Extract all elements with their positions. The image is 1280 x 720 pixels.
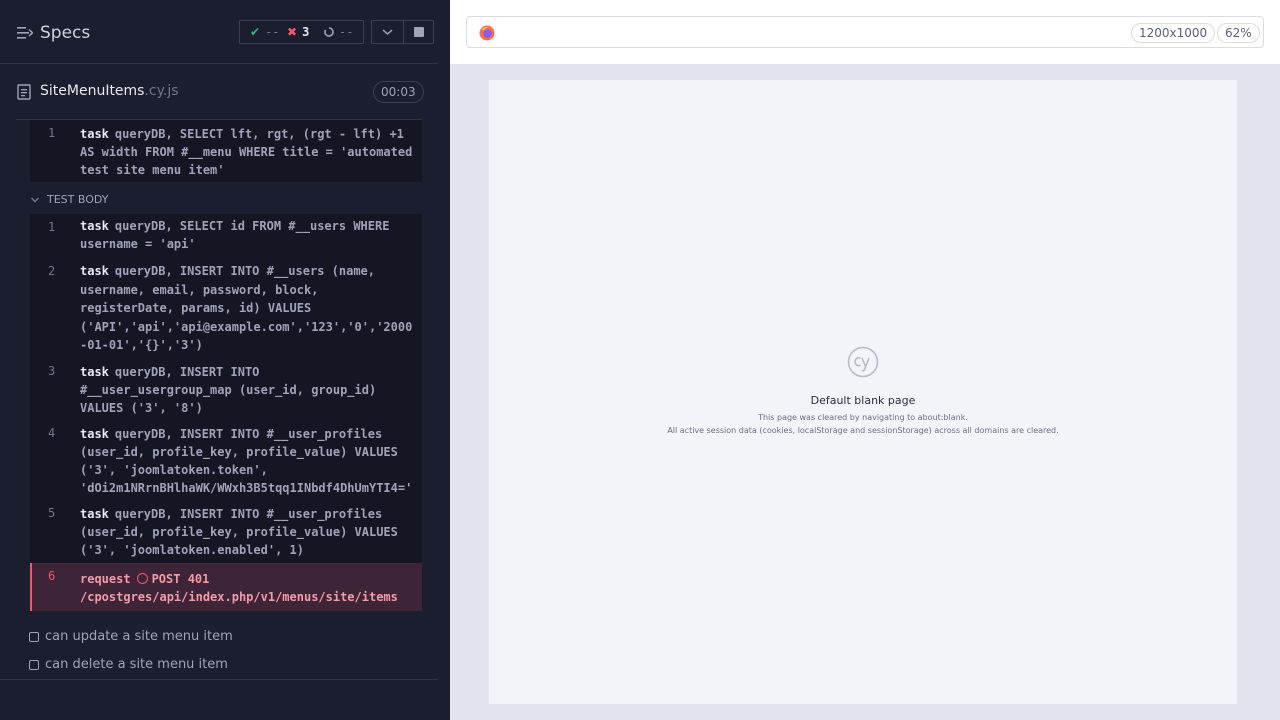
test-body-toggle[interactable]: TEST BODY — [30, 193, 108, 206]
chevron-down-icon — [31, 197, 39, 202]
divider — [0, 679, 438, 680]
test-stats: ✔ -- ✖ 3 -- — [239, 20, 364, 44]
command-name: task — [80, 427, 109, 441]
command-name: task — [80, 507, 109, 521]
aut-header: 1200x1000 62% — [450, 0, 1280, 64]
check-icon: ✔ — [250, 25, 261, 39]
command-row[interactable]: 4 task queryDB, INSERT INTO #__user_profi… — [30, 420, 422, 513]
test-status-icon — [29, 659, 39, 670]
command-message: queryDB, SELECT lft, rgt, (rgt - lft) +1… — [80, 127, 413, 177]
test-body-label: TEST BODY — [47, 193, 109, 206]
pending-stat: -- — [324, 25, 353, 39]
specs-header: Specs ✔ -- ✖ 3 -- — [0, 0, 438, 64]
command-message: queryDB, SELECT id FROM #__users WHERE u… — [80, 219, 390, 251]
test-status-icon — [29, 631, 39, 642]
chevron-down-icon — [382, 29, 393, 36]
blank-page-title: Default blank page — [810, 394, 916, 407]
command-text: task queryDB, INSERT INTO #__user_profile… — [80, 505, 416, 559]
command-text: request POST 401 /cpostgres/api/index.php… — [80, 570, 416, 606]
command-number: 1 — [48, 126, 56, 140]
specs-title[interactable]: Specs — [40, 23, 90, 43]
duration-badge: 00:03 — [373, 81, 424, 103]
command-number: 6 — [48, 569, 56, 583]
command-number: 3 — [48, 364, 56, 378]
cypress-logo-icon — [847, 346, 879, 378]
zoom-level-badge[interactable]: 62% — [1217, 23, 1260, 43]
command-name: task — [80, 219, 109, 233]
x-icon: ✖ — [287, 25, 298, 39]
failed-count: 3 — [302, 25, 310, 39]
failed-stat: ✖ 3 — [287, 25, 309, 39]
test-title: can update a site menu item — [45, 629, 233, 644]
stop-icon — [414, 27, 424, 37]
aut-frame: Default blank page This page was cleared… — [489, 80, 1237, 704]
failed-command-row[interactable]: 6 request POST 401 /cpostgres/api/index.p… — [30, 563, 422, 611]
command-number: 4 — [48, 426, 56, 440]
command-text: task queryDB, INSERT INTO #__users (name,… — [80, 262, 416, 355]
passed-count: -- — [265, 25, 280, 39]
spec-file-basename: SiteMenuItems — [40, 83, 145, 99]
url-bar[interactable]: 1200x1000 62% — [466, 16, 1264, 48]
passed-stat: ✔ -- — [250, 25, 280, 39]
spec-file-header: SiteMenuItems.cy.js 00:03 — [0, 64, 438, 120]
run-controls — [371, 20, 434, 44]
test-item[interactable]: can update a site menu item — [29, 629, 233, 644]
specs-menu-icon[interactable] — [17, 26, 33, 40]
blank-page-message: This page was cleared by navigating to a… — [758, 413, 968, 422]
blank-page-message: All active session data (cookies, localS… — [667, 426, 1059, 435]
panel-resize-handle[interactable] — [438, 0, 450, 720]
command-row[interactable]: 3 task queryDB, INSERT INTO #__user_userg… — [30, 358, 422, 420]
viewport-size-badge[interactable]: 1200x1000 — [1131, 23, 1216, 43]
command-name: task — [80, 127, 109, 141]
firefox-icon — [479, 25, 495, 41]
test-item[interactable]: can delete a site menu item — [29, 657, 228, 672]
spec-file-ext: .cy.js — [144, 83, 179, 99]
command-name: task — [80, 365, 109, 379]
command-number: 5 — [48, 506, 56, 520]
reporter-panel: Specs ✔ -- ✖ 3 -- SiteMenuItems.cy.js 00… — [0, 0, 438, 720]
command-message: queryDB, INSERT INTO #__user_usergroup_m… — [80, 365, 377, 415]
command-name: task — [80, 264, 109, 278]
command-text: task queryDB, INSERT INTO #__user_usergro… — [80, 363, 416, 417]
test-title: can delete a site menu item — [45, 657, 228, 672]
spec-file-name[interactable]: SiteMenuItems.cy.js — [40, 83, 179, 99]
command-name: request — [80, 572, 131, 586]
command-text: task queryDB, SELECT lft, rgt, (rgt - lft… — [80, 125, 416, 179]
command-row[interactable]: 1 task queryDB, SELECT lft, rgt, (rgt - l… — [30, 120, 422, 182]
document-icon — [17, 84, 31, 100]
command-row[interactable]: 2 task queryDB, INSERT INTO #__users (nam… — [30, 258, 422, 358]
spinner-icon — [324, 27, 334, 37]
chevron-down-button[interactable] — [372, 21, 403, 43]
command-row[interactable]: 1 task queryDB, SELECT id FROM #__users W… — [30, 214, 422, 258]
command-message: queryDB, INSERT INTO #__user_profiles (u… — [80, 507, 398, 557]
command-text: task queryDB, SELECT id FROM #__users WHE… — [80, 217, 416, 253]
command-number: 1 — [48, 220, 56, 234]
stop-button[interactable] — [404, 21, 434, 43]
failed-status-icon — [136, 573, 148, 584]
command-row[interactable]: 5 task queryDB, INSERT INTO #__user_profi… — [30, 500, 422, 563]
command-message: queryDB, INSERT INTO #__users (name, use… — [80, 264, 413, 353]
pending-count: -- — [339, 25, 354, 39]
command-number: 2 — [48, 264, 56, 278]
